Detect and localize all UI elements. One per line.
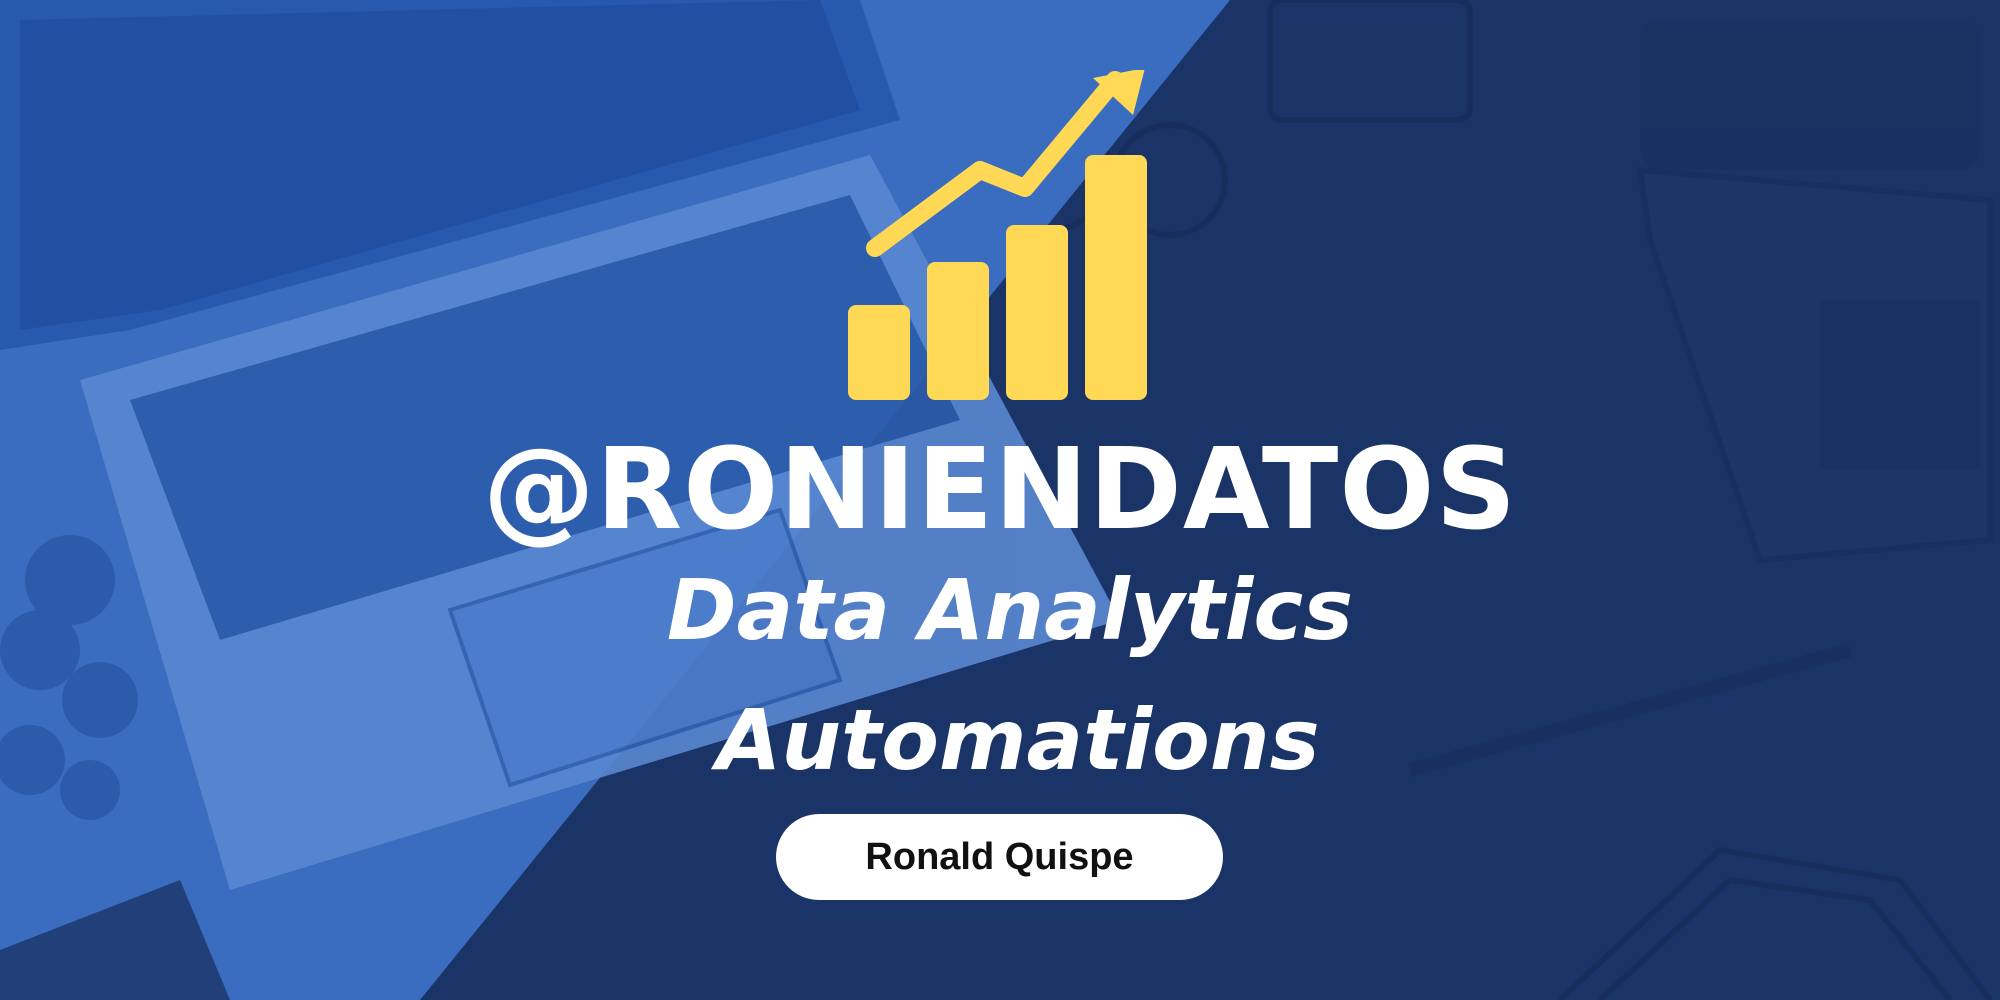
channel-handle: @RONIENDATOS	[482, 425, 1518, 555]
topic-data-analytics: Data Analytics	[666, 561, 1354, 659]
name-button[interactable]: Ronald Quispe	[776, 814, 1223, 900]
bar-chart-icon	[848, 155, 1147, 400]
banner: @RONIENDATOS Data Analytics Automations …	[0, 0, 2000, 1000]
topic-automations: Automations	[716, 691, 1320, 789]
growth-chart-logo	[848, 70, 1147, 400]
